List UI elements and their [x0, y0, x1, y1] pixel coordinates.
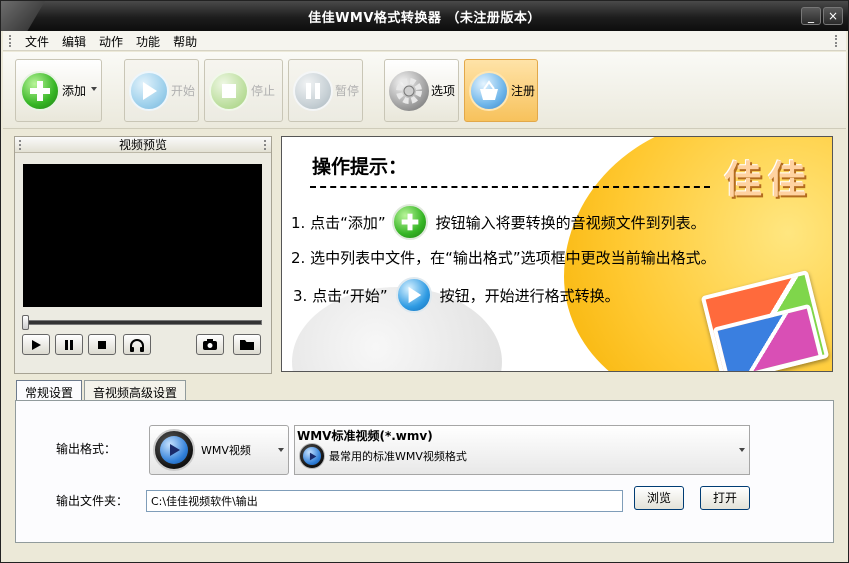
format-detail-icon	[299, 443, 325, 469]
menubar-grip-right-icon	[835, 35, 838, 47]
general-settings-panel: 输出格式： WMV视频 WMV标准视频(*.wmv) 最常用的标准WMV视频格式	[15, 400, 834, 543]
format-detail-row: 最常用的标准WMV视频格式	[299, 443, 467, 469]
pause-button-label: 暂停	[335, 84, 360, 98]
output-format-select[interactable]: WMV视频	[149, 425, 289, 475]
tip-line-3: 3. 点击“开始” 按钮，开始进行格式转换。	[293, 277, 620, 313]
menu-action[interactable]: 动作	[99, 33, 130, 50]
tip-line-1: 1. 点击“添加” 按钮输入将要转换的音视频文件到列表。	[291, 204, 706, 240]
output-folder-label: 输出文件夹：	[56, 494, 129, 508]
register-button[interactable]: 注册	[464, 59, 538, 122]
pause-small-icon	[65, 339, 73, 350]
output-folder-input[interactable]	[146, 490, 623, 512]
preview-grip-right-icon	[264, 140, 267, 150]
preview-volume-button[interactable]	[123, 334, 151, 355]
tips-divider	[310, 186, 710, 188]
stop-icon	[209, 70, 249, 111]
camera-icon	[203, 339, 217, 350]
browse-button[interactable]: 浏览	[634, 486, 684, 510]
add-plus-icon	[20, 70, 60, 111]
preview-pause-button[interactable]	[55, 334, 83, 355]
tip-line-3-prefix: 3. 点击“开始”	[293, 286, 388, 305]
add-dropdown-arrow-icon[interactable]	[91, 87, 97, 91]
basket-icon	[469, 70, 509, 111]
tip-line-3-suffix: 按钮，开始进行格式转换。	[439, 286, 620, 305]
menu-edit[interactable]: 编辑	[62, 33, 93, 50]
start-button-label: 开始	[171, 84, 196, 98]
preview-header: 视频预览	[15, 137, 271, 153]
gear-icon	[389, 70, 429, 111]
play-small-icon	[32, 339, 41, 350]
open-folder-button[interactable]: 打开	[700, 486, 750, 510]
pause-icon	[293, 70, 333, 111]
format-detail-desc: 最常用的标准WMV视频格式	[329, 450, 467, 463]
tab-general-settings[interactable]: 常规设置	[16, 380, 83, 402]
menu-bar: 文件 编辑 动作 功能 帮助	[3, 31, 846, 51]
play-icon	[129, 70, 169, 111]
add-button[interactable]: 添加	[15, 59, 102, 122]
tip-line-1-prefix: 1. 点击“添加”	[291, 213, 386, 232]
tips-title: 操作提示：	[312, 156, 408, 178]
register-button-label: 注册	[511, 84, 536, 98]
stop-button-label: 停止	[251, 84, 276, 98]
menubar-grip-icon	[9, 35, 12, 47]
tip-line-2: 2. 选中列表中文件，在“输出格式”选项框中更改当前输出格式。	[291, 249, 716, 267]
menu-function[interactable]: 功能	[136, 33, 167, 50]
tip-play-icon	[395, 277, 432, 313]
title-bar[interactable]: 佳佳WMV格式转换器 （未注册版本） _ ×	[1, 1, 848, 31]
brand-logo-text: 佳佳	[724, 157, 813, 202]
options-button[interactable]: 选项	[384, 59, 459, 122]
format-detail-select[interactable]: WMV标准视频(*.wmv) 最常用的标准WMV视频格式	[294, 425, 750, 475]
start-button[interactable]: 开始	[124, 59, 199, 122]
menu-help[interactable]: 帮助	[173, 33, 204, 50]
headphones-icon	[130, 338, 144, 352]
output-format-label: 输出格式：	[56, 442, 117, 456]
stop-small-icon	[98, 340, 106, 349]
add-button-label: 添加	[62, 84, 87, 98]
operation-tips-panel: 佳佳 操作提示： 1. 点击“添加” 按钮输入将要转换的音视频文件到列表。 2.…	[281, 136, 833, 372]
open-snapshot-folder-button[interactable]	[233, 334, 261, 355]
seek-handle[interactable]	[22, 315, 29, 330]
seek-bar[interactable]	[22, 315, 262, 330]
preview-grip-icon	[19, 140, 22, 150]
output-format-value: WMV视频	[201, 444, 251, 457]
format-detail-title: WMV标准视频(*.wmv)	[297, 429, 433, 443]
pause-button[interactable]: 暂停	[288, 59, 363, 122]
tip-line-1-suffix: 按钮输入将要转换的音视频文件到列表。	[435, 213, 706, 232]
toolbar: 添加 开始 停止 暂停 选项 注册	[3, 52, 846, 129]
snapshot-button[interactable]	[196, 334, 224, 355]
wmv-play-icon	[153, 429, 195, 471]
options-button-label: 选项	[431, 84, 456, 98]
video-preview-panel: 视频预览	[14, 136, 272, 374]
window-title: 佳佳WMV格式转换器 （未注册版本）	[308, 11, 541, 26]
menu-file[interactable]: 文件	[25, 33, 56, 50]
stop-button[interactable]: 停止	[204, 59, 283, 122]
format-detail-dropdown-arrow-icon[interactable]	[739, 448, 745, 452]
preview-title: 视频预览	[118, 138, 167, 152]
tip-add-icon	[391, 204, 428, 240]
close-button[interactable]: ×	[823, 7, 843, 25]
settings-tabs: 常规设置 音视频高级设置	[16, 380, 188, 402]
main-window: 佳佳WMV格式转换器 （未注册版本） _ × 文件 编辑 动作 功能 帮助 添加…	[0, 0, 849, 563]
video-screen	[23, 164, 262, 307]
format-dropdown-arrow-icon[interactable]	[278, 448, 284, 452]
preview-stop-button[interactable]	[88, 334, 116, 355]
minimize-button[interactable]: _	[801, 7, 821, 25]
folder-icon	[240, 340, 254, 350]
tab-advanced-av-settings[interactable]: 音视频高级设置	[84, 380, 187, 401]
status-bar	[3, 546, 846, 562]
preview-play-button[interactable]	[22, 334, 50, 355]
